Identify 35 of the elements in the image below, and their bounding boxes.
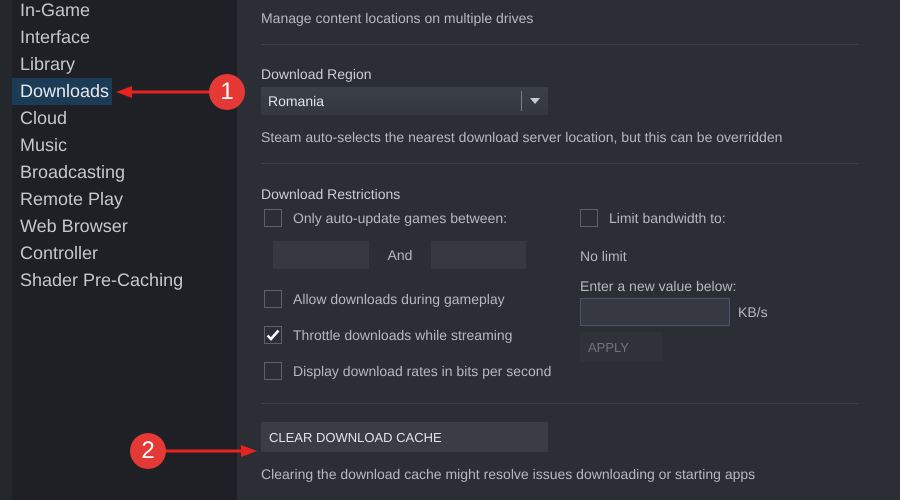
checkbox[interactable] xyxy=(264,326,282,344)
sidebar-item[interactable]: Web Browser xyxy=(12,213,131,240)
prompt-text: Enter a new value below: xyxy=(580,278,738,294)
section-heading: Download Restrictions xyxy=(261,186,402,202)
clear-cache-button[interactable]: CLEAR DOWNLOAD CACHE xyxy=(261,422,548,452)
region-dropdown[interactable]: Romania xyxy=(261,87,548,115)
section-heading: Download Region xyxy=(261,66,373,82)
sidebar-item[interactable]: Broadcasting xyxy=(12,159,128,186)
sidebar-item[interactable]: Interface xyxy=(12,24,94,51)
checkbox-label: Allow downloads during gameplay xyxy=(293,291,505,307)
checkbox[interactable] xyxy=(264,209,282,227)
sidebar-item[interactable]: Library xyxy=(12,51,78,78)
description-text: Clearing the download cache might resolve issues downloading or starting apps xyxy=(261,466,756,482)
checkbox-label: Only auto-update games between: xyxy=(293,210,508,226)
checkbox-label: Throttle downloads while streaming xyxy=(293,327,512,343)
checkbox[interactable] xyxy=(264,290,282,308)
checkbox-label: Display download rates in bits per second xyxy=(293,363,552,379)
bandwidth-status: No limit xyxy=(580,248,628,264)
description-text: Manage content locations on multiple drives xyxy=(261,10,534,26)
sidebar-item[interactable]: Shader Pre-Caching xyxy=(12,267,186,294)
caret-icon xyxy=(530,98,540,104)
check-icon xyxy=(266,329,280,341)
sidebar-item[interactable]: Music xyxy=(12,132,70,159)
sidebar-item[interactable]: In-Game xyxy=(12,0,94,24)
checkbox[interactable] xyxy=(580,209,598,227)
sidebar-item[interactable]: Downloads xyxy=(12,78,112,105)
bandwidth-field[interactable] xyxy=(580,298,730,326)
sidebar-item[interactable]: Remote Play xyxy=(12,186,126,213)
description-text: Steam auto-selects the nearest download server location, but this can be overridden xyxy=(261,129,784,145)
and-label: And xyxy=(386,247,414,263)
checkbox[interactable] xyxy=(264,362,282,380)
sidebar-item[interactable]: Controller xyxy=(12,240,102,267)
checkbox-label: Limit bandwidth to: xyxy=(609,210,726,226)
sidebar-item[interactable]: Cloud xyxy=(12,105,70,132)
unit-label: KB/s xyxy=(738,304,768,320)
